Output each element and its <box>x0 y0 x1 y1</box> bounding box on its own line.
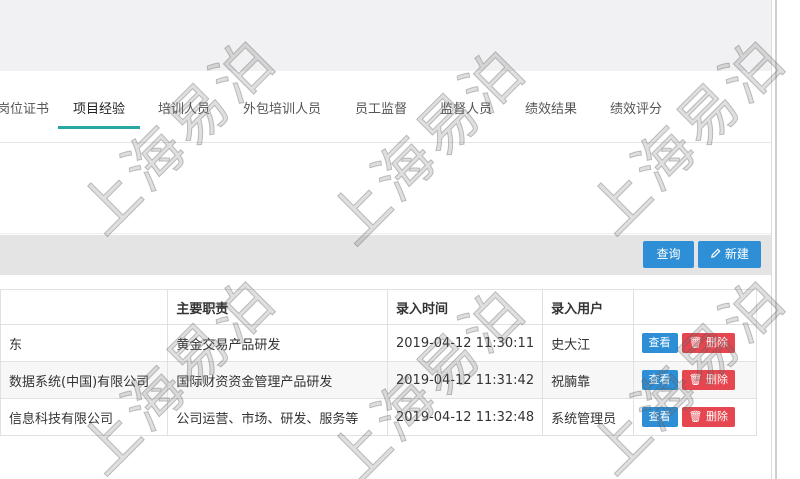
new-button[interactable]: 新建 <box>698 241 761 268</box>
col-header-entry-time[interactable]: 录入时间 <box>387 289 544 325</box>
table-row[interactable]: 东 黄金交易产品研发 2019-04-12 11:30:11 史大江 查看 🗑 删… <box>0 324 758 362</box>
table-header-row: 主要职责 录入时间 录入用户 <box>0 289 758 325</box>
view-button[interactable]: 查看 <box>641 333 678 353</box>
cell-entry-time: 2019-04-12 11:31:42 <box>387 361 544 399</box>
trash-icon: 🗑 <box>688 410 703 423</box>
tab-position-certificate[interactable]: 岗位证书 <box>0 98 49 117</box>
delete-button-label: 删除 <box>706 373 729 386</box>
cell-duty: 国际财资资金管理产品研发 <box>167 361 389 399</box>
trash-icon: 🗑 <box>688 373 703 386</box>
scrollbar-thumb[interactable] <box>775 0 777 479</box>
cell-company: 数据系统(中国)有限公司 <box>0 361 169 399</box>
cell-duty: 公司运营、市场、研发、服务等 <box>167 398 389 436</box>
col-header-company <box>0 289 169 325</box>
tab-performance-results[interactable]: 绩效结果 <box>525 98 577 117</box>
top-header-area <box>0 0 800 71</box>
toolbar: 查询 新建 <box>0 235 771 275</box>
table-row[interactable]: 信息科技有限公司 公司运营、市场、研发、服务等 2019-04-12 11:32… <box>0 398 758 436</box>
cell-entry-user: 史大江 <box>542 324 634 362</box>
cell-entry-user: 祝腩靠 <box>542 361 634 399</box>
pencil-icon <box>710 247 725 261</box>
filter-area <box>0 174 771 234</box>
active-tab-indicator <box>58 126 140 129</box>
query-button-label: 查询 <box>656 247 681 261</box>
table-row[interactable]: 数据系统(中国)有限公司 国际财资资金管理产品研发 2019-04-12 11:… <box>0 361 758 399</box>
col-header-entry-user[interactable]: 录入用户 <box>542 289 634 325</box>
cell-duty: 黄金交易产品研发 <box>167 324 389 362</box>
query-button[interactable]: 查询 <box>643 241 694 268</box>
cell-company: 东 <box>0 324 169 362</box>
cell-actions: 查看 🗑 删除 <box>632 324 758 362</box>
delete-button-label: 删除 <box>706 410 729 423</box>
delete-button[interactable]: 🗑 删除 <box>681 407 736 427</box>
trash-icon: 🗑 <box>688 336 703 349</box>
cell-entry-user: 系统管理员 <box>542 398 634 436</box>
delete-button[interactable]: 🗑 删除 <box>681 370 736 390</box>
view-button[interactable]: 查看 <box>641 407 678 427</box>
col-header-actions <box>632 289 758 325</box>
content-panel: 查询 新建 主要职责 录入时间 录入用户 东 黄金交易产品研发 2019-04-… <box>0 143 771 479</box>
tab-supervisors[interactable]: 监督人员 <box>440 98 492 117</box>
tab-employee-supervision[interactable]: 员工监督 <box>355 98 407 117</box>
tab-trainees[interactable]: 培训人员 <box>158 98 210 117</box>
cell-company: 信息科技有限公司 <box>0 398 169 436</box>
tab-bar: 岗位证书 项目经验 培训人员 外包培训人员 员工监督 监督人员 绩效结果 绩效评… <box>0 71 771 143</box>
col-header-duty[interactable]: 主要职责 <box>167 289 389 325</box>
project-experience-table: 主要职责 录入时间 录入用户 东 黄金交易产品研发 2019-04-12 11:… <box>0 289 758 436</box>
cell-actions: 查看 🗑 删除 <box>632 361 758 399</box>
delete-button[interactable]: 🗑 删除 <box>681 333 736 353</box>
new-button-label: 新建 <box>724 247 749 261</box>
tab-performance-scoring[interactable]: 绩效评分 <box>610 98 662 117</box>
cell-actions: 查看 🗑 删除 <box>632 398 758 436</box>
tab-project-experience[interactable]: 项目经验 <box>73 98 125 117</box>
view-button[interactable]: 查看 <box>641 370 678 390</box>
delete-button-label: 删除 <box>706 336 729 349</box>
tab-outsourced-trainees[interactable]: 外包培训人员 <box>243 98 321 117</box>
cell-entry-time: 2019-04-12 11:32:48 <box>387 398 544 436</box>
cell-entry-time: 2019-04-12 11:30:11 <box>387 324 544 362</box>
